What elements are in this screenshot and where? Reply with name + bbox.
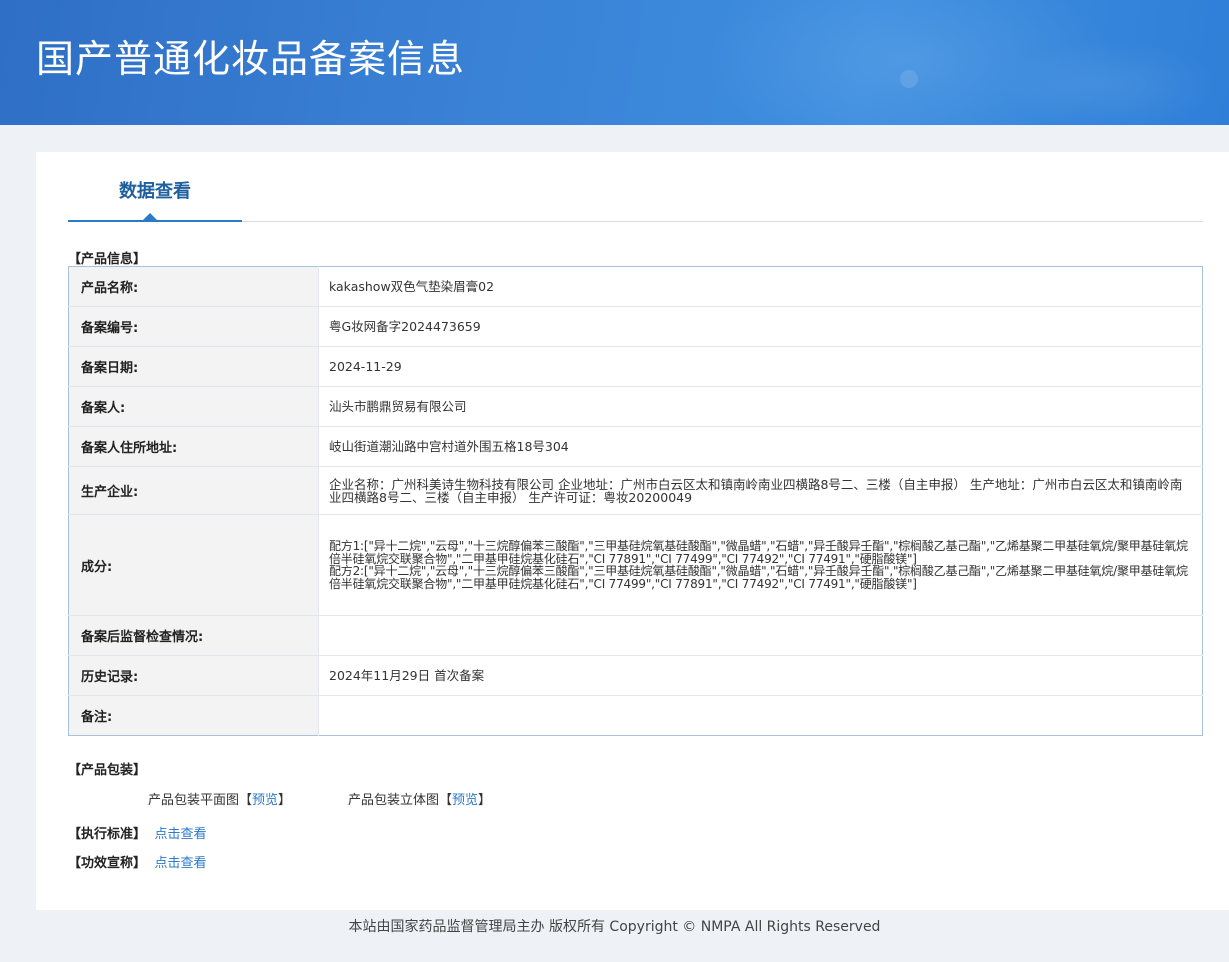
standard-row: 【执行标准】 点击查看 — [68, 823, 207, 842]
packaging-flat-label: 产品包装平面图 — [148, 793, 240, 808]
bracket: 】 — [478, 793, 492, 808]
table-row: 历史记录: 2024年11月29日 首次备案 — [68, 655, 1203, 696]
row-label: 成分: — [68, 514, 319, 616]
header-banner: 国产普通化妆品备案信息 — [0, 0, 1229, 125]
product-info-title: 【产品信息】 — [68, 252, 147, 267]
row-label: 备案日期: — [68, 346, 319, 387]
row-value: 企业名称：广州科美诗生物科技有限公司 企业地址：广州市白云区太和镇南岭南业四横路… — [318, 466, 1203, 515]
row-value: kakashow双色气垫染眉膏02 — [329, 279, 495, 294]
banner-decoration — [900, 70, 918, 88]
table-row: 成分: 配方1:["异十二烷","云母","十三烷醇偏苯三酸酯","三甲基硅烷氧… — [68, 514, 1203, 616]
tab-caret-icon — [143, 213, 157, 220]
efficacy-title: 【功效宣称】 — [68, 856, 147, 871]
page-title: 国产普通化妆品备案信息 — [36, 37, 466, 81]
table-row: 备案日期: 2024-11-29 — [68, 346, 1203, 387]
row-value — [318, 615, 1203, 656]
row-value: 汕头市鹏鼎贸易有限公司 — [318, 386, 1203, 427]
table-row: 备案人住所地址: 岐山街道潮汕路中宫村道外围五格18号304 — [68, 426, 1203, 467]
row-value: 配方1:["异十二烷","云母","十三烷醇偏苯三酸酯","三甲基硅烷氧基硅酸酯… — [318, 514, 1203, 616]
content-panel: 数据查看 【产品信息】 产品名称: kakashow双色气垫染眉膏02 备案编号… — [36, 152, 1229, 910]
row-label: 备案后监督检查情况: — [68, 615, 319, 656]
tab-bar: 数据查看 — [68, 152, 1203, 222]
row-label: 产品名称: — [68, 266, 319, 307]
packaging-solid: 产品包装立体图【预览】 — [348, 789, 491, 808]
table-row: 备案后监督检查情况: — [68, 615, 1203, 656]
row-value — [318, 695, 1203, 736]
efficacy-row: 【功效宣称】 点击查看 — [68, 852, 207, 871]
row-label: 备案人住所地址: — [68, 426, 319, 467]
table-row: 产品名称: kakashow双色气垫染眉膏02 — [68, 266, 1203, 307]
row-label: 备案人: — [68, 386, 319, 427]
banner-decoration — [1000, 40, 1220, 125]
row-value: 岐山街道潮汕路中宫村道外围五格18号304 — [318, 426, 1203, 467]
standard-view-link[interactable]: 点击查看 — [155, 827, 207, 842]
bracket: 【 — [239, 793, 253, 808]
row-label: 历史记录: — [68, 655, 319, 696]
row-value: 2024年11月29日 首次备案 — [318, 655, 1203, 696]
table-row: 生产企业: 企业名称：广州科美诗生物科技有限公司 企业地址：广州市白云区太和镇南… — [68, 466, 1203, 515]
tab-data-view[interactable]: 数据查看 — [68, 152, 242, 222]
packaging-solid-label: 产品包装立体图 — [348, 793, 440, 808]
tab-label: 数据查看 — [119, 181, 191, 202]
product-info-table: 产品名称: kakashow双色气垫染眉膏02 备案编号: 粤G妆网备字2024… — [68, 266, 1203, 736]
bracket: 【 — [439, 793, 453, 808]
table-row: 备注: — [68, 695, 1203, 736]
standard-title: 【执行标准】 — [68, 827, 147, 842]
bracket: 】 — [278, 793, 292, 808]
table-row: 备案编号: 粤G妆网备字2024473659 — [68, 306, 1203, 347]
table-row: 备案人: 汕头市鹏鼎贸易有限公司 — [68, 386, 1203, 427]
row-label: 备案编号: — [68, 306, 319, 347]
footer: 本站由国家药品监督管理局主办 版权所有 Copyright © NMPA All… — [348, 919, 881, 935]
packaging-flat: 产品包装平面图【预览】 — [148, 789, 291, 808]
packaging-title: 【产品包装】 — [68, 763, 147, 778]
packaging-flat-preview-link[interactable]: 预览 — [252, 793, 278, 808]
row-value: 粤G妆网备字2024473659 — [318, 306, 1203, 347]
row-value: 2024-11-29 — [318, 346, 1203, 387]
efficacy-view-link[interactable]: 点击查看 — [155, 856, 207, 871]
row-label: 生产企业: — [68, 466, 319, 515]
row-label: 备注: — [68, 695, 319, 736]
packaging-solid-preview-link[interactable]: 预览 — [452, 793, 478, 808]
